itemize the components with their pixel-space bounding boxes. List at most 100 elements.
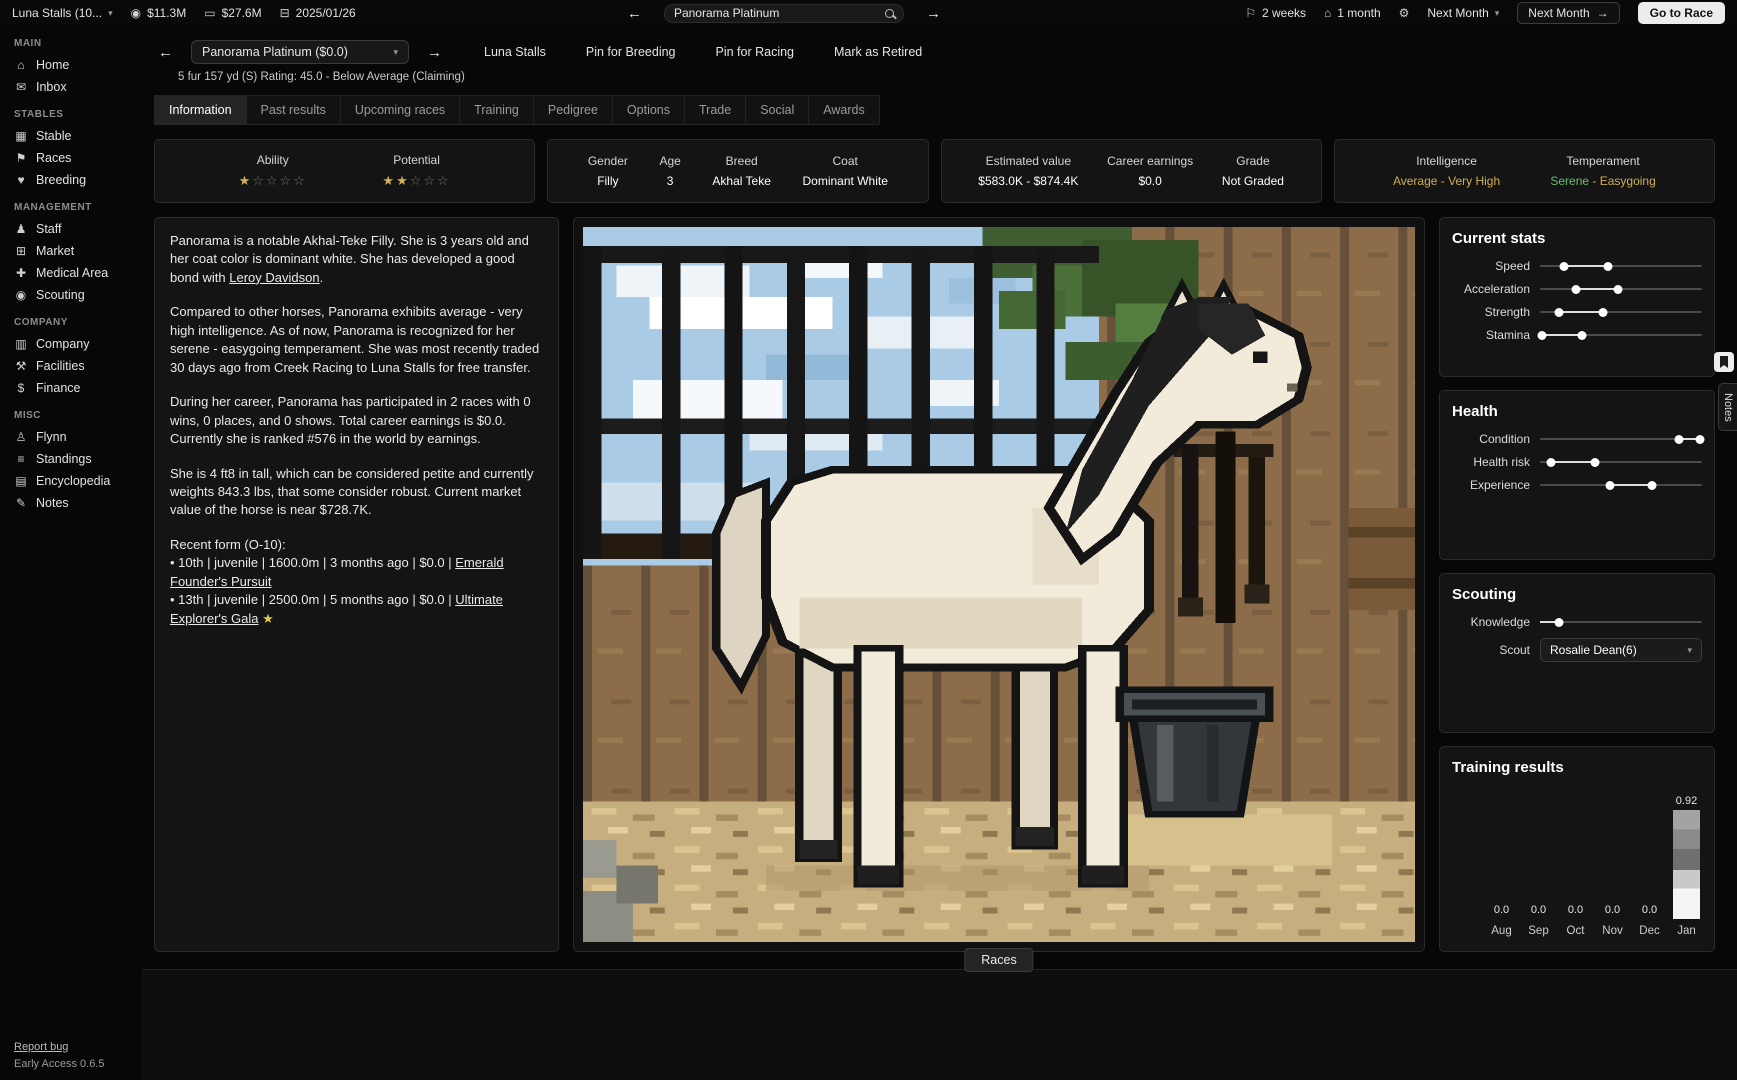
gear-icon: ⚙ [1399,6,1410,20]
tab-pedigree[interactable]: Pedigree [533,95,613,124]
speed-slider-handle[interactable] [1604,262,1613,271]
sidebar-item-market[interactable]: ⊞Market [14,240,136,262]
races-button[interactable]: Races [964,948,1033,972]
stamina-slider-handle[interactable] [1578,331,1587,340]
health-panel: Health ConditionHealth riskExperience [1439,390,1715,560]
acceleration-slider[interactable] [1540,288,1702,290]
pin-for-racing-button[interactable]: Pin for Racing [716,45,795,59]
stamina-slider-handle[interactable] [1537,331,1546,340]
sidebar-item-scouting[interactable]: ◉Scouting [14,284,136,306]
potential-field: Potential ★★☆☆☆ [382,153,450,189]
stamina-slider-range [1542,334,1583,336]
scouting-panel: Scouting Knowledge Scout Rosalie Dean(6)… [1439,573,1715,733]
pin-for-breeding-button[interactable]: Pin for Breeding [586,45,676,59]
notes-side-tab[interactable]: Notes [1718,383,1737,431]
acceleration-slider-handle[interactable] [1613,285,1622,294]
condition-slider[interactable] [1540,438,1702,440]
sidebar-item-staff[interactable]: ♟Staff [14,218,136,240]
health-risk-slider[interactable] [1540,461,1702,463]
potential-label: Potential [393,153,440,167]
strength-slider-handle[interactable] [1599,308,1608,317]
health-risk-slider-handle[interactable] [1547,458,1556,467]
knowledge-slider[interactable] [1540,621,1702,623]
chart-col-sep: 0.0Sep [1525,904,1552,937]
health-risk-slider-handle[interactable] [1591,458,1600,467]
bookmark-button[interactable] [1714,352,1734,372]
sidebar-item-breeding[interactable]: ♥Breeding [14,169,136,191]
sidebar-item-races[interactable]: ⚑Races [14,147,136,169]
temperament-field: Temperament Serene - Easygoing [1550,154,1655,188]
description-text: Panorama is a notable Akhal-Teke Filly. … [170,233,529,285]
mark-as-retired-button[interactable]: Mark as Retired [834,45,922,59]
sidebar-item-encyclopedia[interactable]: ▤Encyclopedia [14,470,136,492]
prev-horse-button[interactable]: ← [154,44,177,61]
horse-select[interactable]: Panorama Platinum ($0.0) ▾ [191,40,409,64]
speed-slider[interactable] [1540,265,1702,267]
breed-value: Akhal Teke [712,174,770,188]
current-stats-title: Current stats [1452,230,1702,247]
tab-options[interactable]: Options [612,95,685,124]
temperament-value: Serene - Easygoing [1550,174,1655,188]
experience-slider-handle[interactable] [1647,481,1656,490]
tab-awards[interactable]: Awards [808,95,879,124]
chart-value-label: 0.0 [1568,904,1583,916]
staff-link[interactable]: Leroy Davidson [229,270,319,285]
flag-icon: ⚐ [1245,6,1256,20]
search-icon[interactable] [885,9,894,18]
speed-slider-handle[interactable] [1560,262,1569,271]
tab-information[interactable]: Information [154,95,247,124]
knowledge-label: Knowledge [1452,615,1530,629]
next-month-select[interactable]: Next Month ▾ [1427,6,1499,20]
tab-trade[interactable]: Trade [684,95,746,124]
sidebar-item-standings[interactable]: ≡Standings [14,448,136,470]
next-horse-button[interactable]: → [423,44,446,61]
sidebar-item-stable[interactable]: ▦Stable [14,125,136,147]
description-paragraph-3: During her career, Panorama has particip… [170,393,543,448]
tab-training[interactable]: Training [459,95,534,124]
scout-select[interactable]: Rosalie Dean(6) ▾ [1540,638,1702,662]
stamina-slider[interactable] [1540,334,1702,336]
search-back-button[interactable]: ← [623,5,646,22]
sidebar-item-flynn[interactable]: ♙Flynn [14,426,136,448]
condition-slider-handle[interactable] [1696,435,1705,444]
chart-bar [1673,810,1700,919]
tab-past-results[interactable]: Past results [246,95,341,124]
condition-slider-handle[interactable] [1675,435,1684,444]
sidebar-item-finance[interactable]: $Finance [14,377,136,399]
next-month-button[interactable]: Next Month → [1517,2,1619,24]
tab-social[interactable]: Social [745,95,809,124]
chevron-down-icon: ▾ [393,47,398,58]
strength-slider-handle[interactable] [1555,308,1564,317]
tab-upcoming-races[interactable]: Upcoming races [340,95,460,124]
search-forward-button[interactable]: → [922,5,945,22]
experience-slider-handle[interactable] [1605,481,1614,490]
report-bug-link[interactable]: Report bug [14,1041,68,1053]
horse-image-panel: Races [573,217,1425,952]
traits-card: Intelligence Average - Very High Tempera… [1334,139,1715,203]
scout-row: Scout Rosalie Dean(6) ▾ [1452,638,1702,662]
stable-select[interactable]: Luna Stalls (10... ▾ [12,6,113,20]
go-to-race-button[interactable]: Go to Race [1638,2,1725,24]
stable-link-button[interactable]: Luna Stalls [484,45,546,59]
star-icon: ☆ [266,173,280,188]
sidebar-item-home[interactable]: ⌂Home [14,54,136,76]
scouting-title: Scouting [1452,586,1702,603]
search-input[interactable] [674,6,879,20]
strength-slider[interactable] [1540,311,1702,313]
settings-button[interactable]: ⚙ [1399,6,1410,20]
sidebar-item-facilities[interactable]: ⚒Facilities [14,355,136,377]
scout-select-value: Rosalie Dean(6) [1550,643,1637,657]
player-cash-value: $11.3M [147,6,186,20]
estimated-value-value: $583.0K - $874.4K [978,174,1078,188]
sidebar-item-inbox[interactable]: ✉Inbox [14,76,136,98]
sidebar-item-medical-area[interactable]: ✚Medical Area [14,262,136,284]
acceleration-slider-handle[interactable] [1571,285,1580,294]
sidebar-item-company[interactable]: ▥Company [14,333,136,355]
grade-label: Grade [1236,154,1269,168]
details-card: Gender Filly Age 3 Breed Akhal Teke Coat… [547,139,928,203]
experience-slider[interactable] [1540,484,1702,486]
knowledge-slider-handle[interactable] [1555,618,1564,627]
sidebar-item-notes[interactable]: ✎Notes [14,492,136,514]
races-flag-icon: ⚑ [14,151,28,165]
factory-icon: ⌂ [1324,6,1331,20]
